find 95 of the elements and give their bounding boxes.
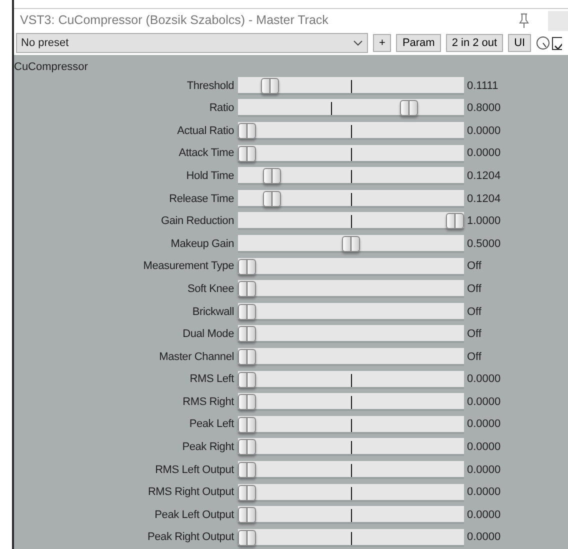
- preset-dropdown[interactable]: No preset: [16, 33, 368, 54]
- parameter-value: 0.0000: [466, 124, 502, 139]
- slider-track[interactable]: [238, 144, 464, 163]
- slider-thumb[interactable]: [262, 168, 281, 184]
- slider-thumb[interactable]: [238, 326, 256, 342]
- parameter-value: 0.0000: [466, 530, 502, 546]
- slider-track[interactable]: [238, 528, 464, 547]
- slider-track[interactable]: [238, 76, 464, 95]
- window-title: VST3: CuCompressor (Bozsik Szabolcs) - Master Track: [20, 12, 330, 30]
- slider-thumb[interactable]: [238, 258, 256, 275]
- slider-thumb[interactable]: [400, 100, 418, 116]
- slider-track[interactable]: [238, 393, 464, 412]
- slider-thumb[interactable]: [238, 304, 256, 320]
- parameter-value: 0.0000: [466, 417, 502, 432]
- slider-track[interactable]: [238, 506, 464, 524]
- parameter-value: Off: [466, 304, 482, 320]
- slider-thumb[interactable]: [238, 507, 256, 524]
- slider-track[interactable]: [238, 484, 464, 502]
- parameter-value: 0.0000: [466, 394, 502, 410]
- slider-track[interactable]: [238, 122, 464, 140]
- slider-track[interactable]: [238, 212, 464, 230]
- parameter-label: Peak Left: [188, 417, 236, 432]
- parameter-label: Peak Left Output: [154, 508, 236, 523]
- parameter-label: Actual Ratio: [176, 124, 235, 139]
- slider-track[interactable]: [238, 258, 464, 276]
- parameter-value: Off: [466, 327, 482, 342]
- parameter-value: 0.0000: [466, 462, 502, 478]
- parameter-value: 0.0000: [466, 440, 502, 456]
- toolbar-button[interactable]: 2 in 2 out: [446, 34, 504, 52]
- parameter-label: Ratio: [208, 101, 235, 116]
- parameter-value: 0.0000: [466, 146, 502, 162]
- toolbar-button[interactable]: Param: [396, 34, 441, 52]
- slider-thumb[interactable]: [238, 416, 256, 433]
- parameter-value: 0.5000: [466, 236, 502, 252]
- slider-track[interactable]: [238, 280, 464, 298]
- slider-track[interactable]: [238, 190, 464, 208]
- parameter-value: 1.0000: [466, 214, 502, 230]
- bypass-checkbox[interactable]: [552, 36, 562, 50]
- parameter-label: Master Channel: [158, 350, 235, 365]
- slider-track[interactable]: [238, 416, 464, 434]
- parameter-label: Attack Time: [178, 146, 235, 162]
- parameter-label: Soft Knee: [186, 282, 235, 297]
- slider-thumb[interactable]: [238, 394, 256, 410]
- parameter-value: 0.8000: [466, 101, 502, 116]
- parameter-value: 0.1204: [466, 192, 502, 207]
- parameter-label: Brickwall: [191, 304, 235, 320]
- slider-track[interactable]: [238, 302, 464, 321]
- slider-thumb[interactable]: [238, 530, 256, 546]
- plugin-name: CuCompressor: [14, 60, 89, 75]
- chevron-icon: [353, 40, 363, 46]
- toolbar-button[interactable]: UI: [508, 34, 532, 52]
- slider-thumb[interactable]: [238, 146, 256, 162]
- slider-track[interactable]: [238, 438, 464, 456]
- parameter-label: RMS Left Output: [154, 462, 236, 478]
- parameter-label: Peak Right Output: [146, 530, 236, 546]
- slider-track[interactable]: [238, 99, 464, 118]
- slider-thumb[interactable]: [260, 78, 279, 94]
- slider-thumb[interactable]: [238, 439, 256, 456]
- parameter-value: Off: [466, 350, 482, 365]
- slider-track[interactable]: [238, 167, 464, 186]
- parameter-value: 0.1204: [466, 168, 502, 184]
- slider-track[interactable]: [238, 460, 464, 479]
- slider-thumb[interactable]: [238, 348, 256, 365]
- parameter-label: Dual Mode: [182, 327, 235, 342]
- parameter-label: Release Time: [168, 192, 235, 207]
- parameter-label: Makeup Gain: [170, 236, 235, 252]
- parameter-label: RMS Left: [188, 372, 236, 388]
- parameter-value: 0.0000: [466, 508, 502, 523]
- parameter-label: Gain Reduction: [160, 214, 235, 230]
- slider-track[interactable]: [238, 348, 464, 366]
- slider-thumb[interactable]: [238, 281, 256, 298]
- slider-thumb[interactable]: [262, 190, 281, 207]
- slider-thumb[interactable]: [238, 372, 256, 388]
- pin-icon[interactable]: [518, 12, 530, 29]
- parameter-label: RMS Right: [182, 394, 236, 410]
- slider-thumb[interactable]: [342, 236, 360, 252]
- knob-icon[interactable]: [536, 36, 550, 50]
- parameter-value: Off: [466, 282, 482, 297]
- parameter-value: 0.0000: [466, 485, 502, 500]
- parameter-label: Threshold: [186, 78, 235, 94]
- parameter-value: 0.0000: [466, 372, 502, 388]
- parameter-label: Peak Right: [181, 440, 236, 456]
- toolbar-button[interactable]: +: [373, 34, 392, 52]
- slider-thumb[interactable]: [238, 123, 256, 140]
- parameter-value: 0.1111: [466, 78, 500, 94]
- parameter-label: Hold Time: [185, 168, 235, 184]
- parameter-value: Off: [466, 259, 482, 274]
- slider-track[interactable]: [238, 325, 464, 344]
- parameter-label: Measurement Type: [142, 259, 235, 274]
- slider-thumb[interactable]: [238, 462, 256, 478]
- slider-track[interactable]: [238, 234, 464, 253]
- slider-thumb[interactable]: [446, 213, 464, 230]
- slider-thumb[interactable]: [238, 484, 256, 501]
- slider-track[interactable]: [238, 370, 464, 389]
- parameter-label: RMS Right Output: [146, 485, 236, 500]
